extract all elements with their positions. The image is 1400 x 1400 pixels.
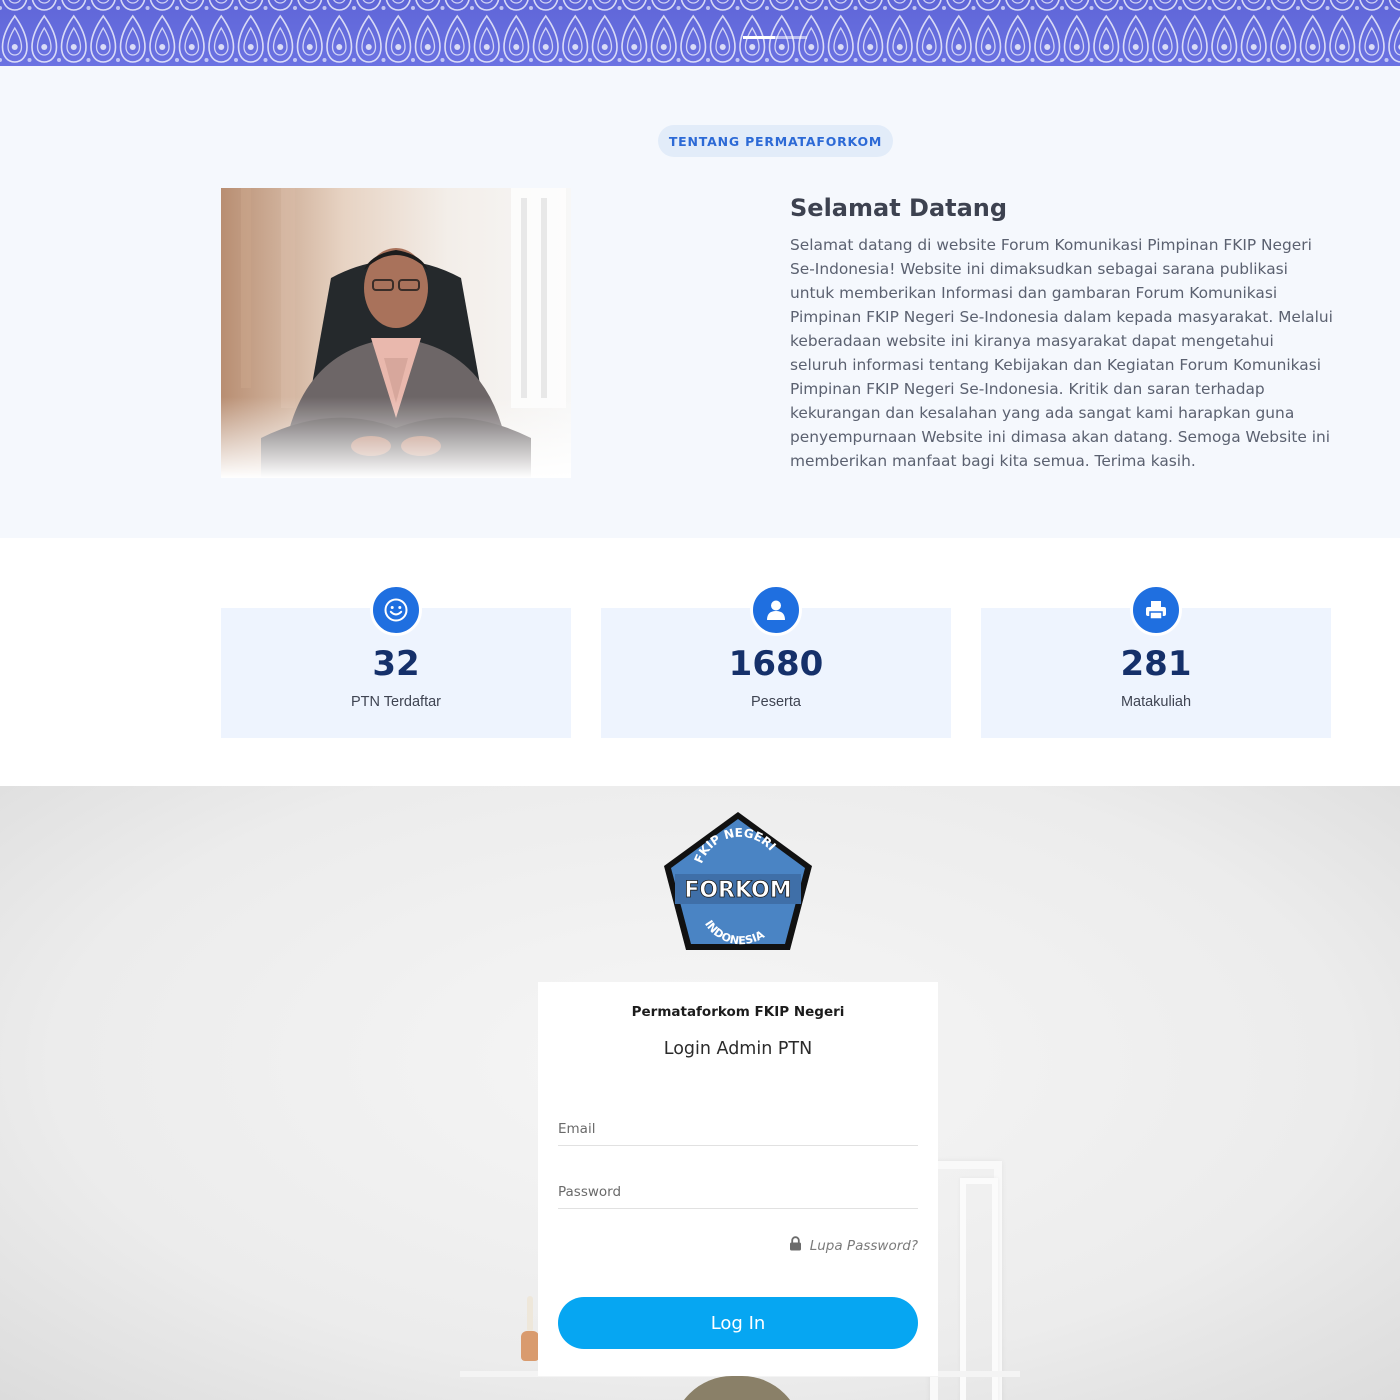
stat-label: Matakuliah <box>1120 694 1192 710</box>
stats-section: 32 PTN Terdaftar 1680 Peserta 281 Mataku… <box>0 538 1400 786</box>
chairman-portrait <box>221 188 571 478</box>
login-title: Login Admin PTN <box>663 1039 813 1059</box>
slider-dot-1[interactable] <box>743 36 775 39</box>
section-label: TENTANG PERMATAFORKOM <box>658 125 893 157</box>
stat-value: 281 <box>1120 644 1192 684</box>
email-field[interactable] <box>558 1112 918 1146</box>
stat-card-peserta: 1680 Peserta <box>601 584 951 738</box>
about-description: Selamat datang di website Forum Komunika… <box>790 236 1333 470</box>
stat-value: 1680 <box>728 644 824 684</box>
logo-center-text: FORKOM <box>684 878 791 903</box>
stat-label: PTN Terdaftar <box>351 694 441 710</box>
slider-dot-2[interactable] <box>775 36 807 39</box>
about-section: TENTANG PERMATAFORKOM Selamat Datang Sel… <box>0 66 1400 538</box>
chairman-photo <box>221 188 571 478</box>
vase-decoration <box>521 1331 539 1361</box>
lock-icon <box>789 1236 802 1255</box>
about-title: Selamat Datang <box>790 194 1008 222</box>
stat-card-matakuliah: 281 Matakuliah <box>981 584 1331 738</box>
forkom-logo: FKIP NEGERI FORKOM INDONESIA <box>664 812 812 950</box>
forgot-password-label: Lupa Password? <box>809 1237 918 1254</box>
user-icon <box>750 584 802 636</box>
hero-banner <box>0 0 1400 66</box>
stat-label: Peserta <box>751 694 801 710</box>
org-name: Permataforkom FKIP Negeri <box>631 1004 845 1020</box>
password-field[interactable] <box>558 1175 918 1209</box>
smiley-icon <box>370 584 422 636</box>
slider-indicator <box>743 36 807 39</box>
batik-pattern <box>0 0 1400 66</box>
stat-value: 32 <box>372 644 420 684</box>
vase-decoration <box>527 1296 533 1332</box>
forgot-password-link[interactable]: Lupa Password? <box>789 1236 918 1255</box>
chair-decoration <box>672 1376 802 1400</box>
printer-icon <box>1130 584 1182 636</box>
login-button[interactable]: Log In <box>558 1297 918 1349</box>
wall-frame-decoration <box>960 1178 998 1400</box>
login-card: Permataforkom FKIP Negeri Login Admin PT… <box>538 982 938 1376</box>
stat-card-ptn: 32 PTN Terdaftar <box>221 584 571 738</box>
